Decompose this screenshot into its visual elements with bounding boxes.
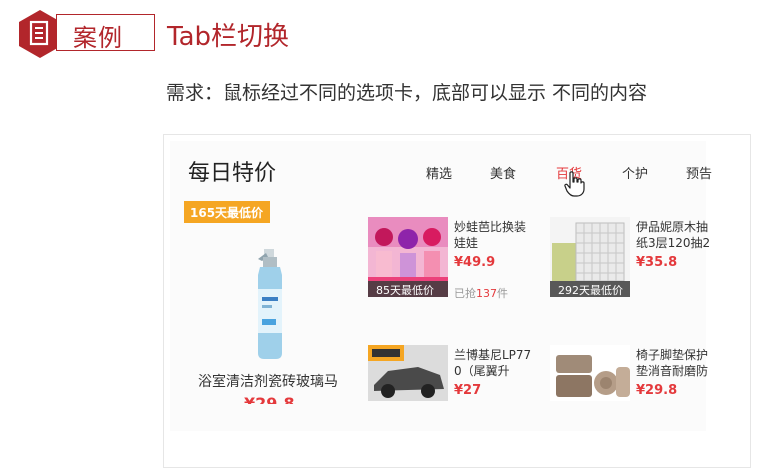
tab-food[interactable]: 美食 (490, 163, 516, 182)
product-price: ¥49.9 (454, 255, 496, 270)
product-name[interactable]: 兰博基尼LP770（尾翼升 (454, 347, 532, 379)
tab-preview[interactable]: 预告 (686, 163, 712, 182)
tab-personal-care[interactable]: 个护 (622, 163, 648, 182)
featured-product-price: ¥29.8 (244, 394, 295, 404)
cleaner-bottle-image[interactable] (250, 249, 290, 359)
product-name[interactable]: 椅子脚垫保护垫消音耐磨防 (636, 347, 714, 379)
case-label: 案例 (73, 24, 123, 52)
lowest-price-flag: 165天最低价 (184, 201, 270, 223)
featured-product-name[interactable]: 浴室清洁剂瓷砖玻璃马 (198, 371, 338, 391)
lowest-price-flag: 85天最低价 (368, 281, 448, 297)
section-heading: 每日特价 (188, 161, 277, 186)
requirement-text: 需求：鼠标经过不同的选项卡，底部可以显示 不同的内容 (166, 82, 648, 104)
lowest-price-flag-text: 85天最低价 (376, 284, 434, 297)
tab-featured[interactable]: 精选 (426, 163, 452, 182)
demo-panel: 每日特价 精选 美食 百货 个护 预告 165天最低价 浴室清洁剂瓷砖玻璃马 ¥… (163, 134, 751, 468)
hand-pointer-icon (564, 171, 585, 197)
product-name[interactable]: 妙蛙芭比换装娃娃 (454, 219, 532, 251)
case-badge: 案例 (18, 10, 155, 58)
case-label-box: 案例 (56, 14, 155, 52)
doll-product-image[interactable]: 85天最低价 (368, 217, 448, 297)
page-title: Tab栏切换 (167, 22, 290, 52)
chair-pad-product-image[interactable] (550, 345, 630, 401)
product-price: ¥27 (454, 383, 482, 398)
sold-number: 137 (476, 287, 497, 300)
product-name[interactable]: 伊品妮原木抽纸3层120抽2 (636, 219, 714, 251)
lowest-price-flag-text: 165天最低价 (190, 206, 264, 220)
product-price: ¥29.8 (636, 383, 678, 398)
product-price: ¥35.8 (636, 255, 678, 270)
tissue-product-image[interactable]: 292天最低价 (550, 217, 630, 297)
sold-count: 已抢137件 (454, 287, 508, 300)
toy-car-product-image[interactable] (368, 345, 448, 401)
lowest-price-flag-text: 292天最低价 (558, 284, 623, 297)
lowest-price-flag: 292天最低价 (550, 281, 630, 297)
demo-content: 每日特价 精选 美食 百货 个护 预告 165天最低价 浴室清洁剂瓷砖玻璃马 ¥… (170, 141, 712, 431)
